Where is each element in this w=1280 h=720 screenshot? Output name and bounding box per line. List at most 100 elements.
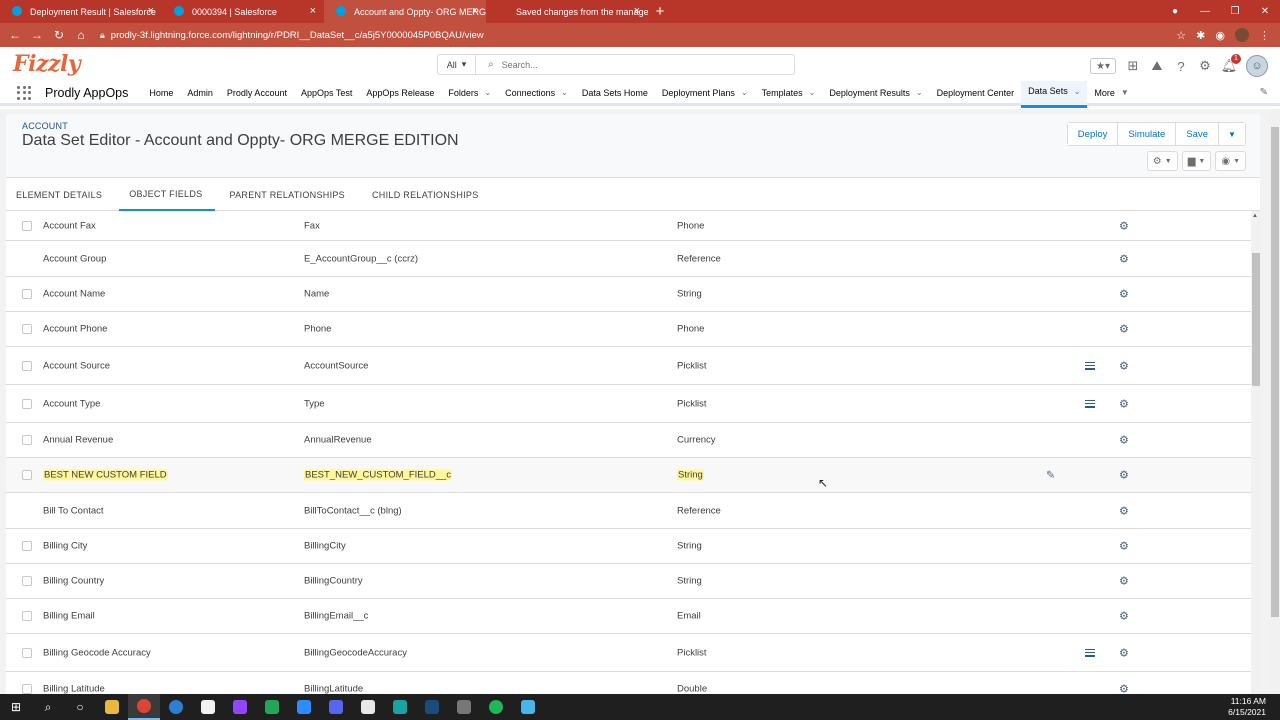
app-icon-blue[interactable] <box>160 694 192 720</box>
tab-child-relationships[interactable]: CHILD RELATIONSHIPS <box>362 178 492 211</box>
nav-item-deployment-center[interactable]: Deployment Center <box>930 81 1022 105</box>
extension-icon[interactable]: ◉ <box>1215 29 1225 42</box>
back-icon[interactable]: ← <box>4 28 26 42</box>
favorites-star-icon[interactable]: ★▾ <box>1090 58 1116 74</box>
trailhead-icon[interactable]: ⛰ <box>1150 58 1164 73</box>
field-checkbox[interactable] <box>22 360 32 371</box>
reload-icon[interactable]: ↻ <box>48 28 70 42</box>
windows-start-icon[interactable]: ⊞ <box>0 694 32 720</box>
restore-button[interactable]: ❐ <box>1220 6 1250 17</box>
app-launcher-icon[interactable] <box>17 85 31 100</box>
search-input[interactable] <box>501 59 782 70</box>
close-tab-icon[interactable]: × <box>148 5 154 17</box>
browser-profile-avatar[interactable] <box>1235 28 1249 42</box>
nav-item-folders[interactable]: Folders ⌄ <box>441 81 498 105</box>
field-checkbox[interactable] <box>22 324 32 334</box>
file-explorer-icon[interactable] <box>96 694 128 720</box>
field-checkbox[interactable] <box>22 684 32 694</box>
field-settings-gear-icon[interactable]: ⚙ <box>1119 219 1129 232</box>
chevron-down-icon[interactable]: ▼ <box>1121 88 1129 97</box>
picklist-values-icon[interactable] <box>1085 648 1095 657</box>
discord-icon[interactable] <box>320 694 352 720</box>
profile-menu-icon[interactable]: ● <box>1160 6 1190 17</box>
field-checkbox[interactable] <box>22 647 32 658</box>
home-icon[interactable]: ⌂ <box>70 28 92 42</box>
field-checkbox[interactable] <box>22 435 32 445</box>
browser-menu-icon[interactable]: ⋮ <box>1259 29 1270 42</box>
browser-tab-3[interactable]: Account and Oppty- ORG MERGE × <box>324 0 486 23</box>
extensions-icon[interactable]: ✱ <box>1196 29 1205 42</box>
close-tab-icon[interactable]: × <box>472 5 478 17</box>
steam-icon[interactable] <box>416 694 448 720</box>
taskbar-search-icon[interactable]: ⌕ <box>32 694 64 720</box>
folder-menu-button[interactable]: ▆ ▼ <box>1181 151 1212 171</box>
nav-item-admin[interactable]: Admin <box>180 81 220 105</box>
nav-item-appops-test[interactable]: AppOps Test <box>294 81 359 105</box>
table-scrollbar[interactable]: ▲ <box>1251 211 1261 694</box>
picklist-values-icon[interactable] <box>1085 399 1095 408</box>
chevron-down-icon[interactable]: ⌄ <box>1074 87 1081 96</box>
nav-item-connections[interactable]: Connections ⌄ <box>498 81 575 105</box>
bookmark-star-icon[interactable]: ☆ <box>1176 29 1186 42</box>
chevron-down-icon[interactable]: ⌄ <box>484 88 491 97</box>
field-checkbox[interactable] <box>22 220 32 231</box>
table-scroll-thumb[interactable] <box>1252 253 1260 386</box>
url-field[interactable]: 🔒︎ prodly-3f.lightning.force.com/lightni… <box>100 30 484 41</box>
app-icon-gray[interactable] <box>448 694 480 720</box>
forward-icon[interactable]: → <box>26 28 48 42</box>
field-settings-gear-icon[interactable]: ⚙ <box>1119 610 1129 623</box>
field-settings-gear-icon[interactable]: ⚙ <box>1119 359 1129 372</box>
user-avatar[interactable]: ☺ <box>1246 55 1268 77</box>
chevron-down-icon[interactable]: ⌄ <box>741 88 748 97</box>
nav-item-data-sets-home[interactable]: Data Sets Home <box>575 81 655 105</box>
field-settings-gear-icon[interactable]: ⚙ <box>1119 469 1129 482</box>
deploy-button[interactable]: Deploy <box>1067 123 1119 145</box>
chrome-icon[interactable] <box>128 694 160 720</box>
zoom-icon[interactable] <box>288 694 320 720</box>
picklist-values-icon[interactable] <box>1085 361 1095 370</box>
org-logo[interactable]: Fizzly <box>13 51 81 77</box>
tab-element-details[interactable]: ELEMENT DETAILS <box>6 178 115 211</box>
field-settings-gear-icon[interactable]: ⚙ <box>1119 504 1129 517</box>
nav-item-more[interactable]: More ▼ <box>1087 81 1135 105</box>
tab-parent-relationships[interactable]: PARENT RELATIONSHIPS <box>219 178 358 211</box>
field-settings-gear-icon[interactable]: ⚙ <box>1119 397 1129 410</box>
nav-item-deployment-results[interactable]: Deployment Results ⌄ <box>822 81 929 105</box>
edit-pencil-icon[interactable]: ✎ <box>1046 469 1055 482</box>
close-tab-icon[interactable]: × <box>310 5 316 17</box>
chevron-down-icon[interactable]: ⌄ <box>809 88 816 97</box>
tab-object-fields[interactable]: OBJECT FIELDS <box>119 178 216 211</box>
help-icon[interactable]: ? <box>1174 59 1188 74</box>
nav-item-templates[interactable]: Templates ⌄ <box>755 81 823 105</box>
nav-item-appops-release[interactable]: AppOps Release <box>359 81 441 105</box>
browser-tab-4[interactable]: Saved changes from the manage × <box>486 0 648 23</box>
field-checkbox[interactable] <box>22 289 32 299</box>
page-scrollbar[interactable] <box>1270 109 1280 694</box>
field-settings-gear-icon[interactable]: ⚙ <box>1119 540 1129 553</box>
browser-tab-2[interactable]: 0000394 | Salesforce × <box>162 0 324 23</box>
close-tab-icon[interactable]: × <box>634 5 640 17</box>
field-settings-gear-icon[interactable]: ⚙ <box>1119 575 1129 588</box>
browser-tab-1[interactable]: Deployment Result | Salesforce × <box>0 0 162 23</box>
field-settings-gear-icon[interactable]: ⚙ <box>1119 683 1129 695</box>
view-menu-button[interactable]: ◉ ▼ <box>1215 151 1246 171</box>
app-icon-green[interactable] <box>256 694 288 720</box>
field-settings-gear-icon[interactable]: ⚙ <box>1119 434 1129 447</box>
chevron-down-icon[interactable]: ⌄ <box>561 88 568 97</box>
search-scope-select[interactable]: All ▾ <box>438 55 476 74</box>
field-settings-gear-icon[interactable]: ⚙ <box>1119 252 1129 265</box>
app-icon-snowflake[interactable] <box>512 694 544 720</box>
nav-item-data-sets[interactable]: Data Sets ⌄ <box>1021 80 1088 108</box>
minimize-button[interactable]: — <box>1190 6 1220 17</box>
close-window-button[interactable]: ✕ <box>1250 6 1280 17</box>
spotify-icon[interactable] <box>480 694 512 720</box>
nav-item-deployment-plans[interactable]: Deployment Plans ⌄ <box>655 81 755 105</box>
add-icon[interactable]: ⊞ <box>1126 58 1140 73</box>
settings-menu-button[interactable]: ⚙ ▼ <box>1146 151 1178 171</box>
field-checkbox[interactable] <box>22 541 32 551</box>
system-clock[interactable]: 11:16 AM 6/15/2021 <box>1228 696 1266 718</box>
more-actions-chevron-icon[interactable]: ▼ <box>1219 123 1245 145</box>
field-settings-gear-icon[interactable]: ⚙ <box>1119 646 1129 659</box>
new-tab-button[interactable]: + <box>648 0 672 23</box>
edit-nav-pencil-icon[interactable]: ✎ <box>1260 87 1268 98</box>
